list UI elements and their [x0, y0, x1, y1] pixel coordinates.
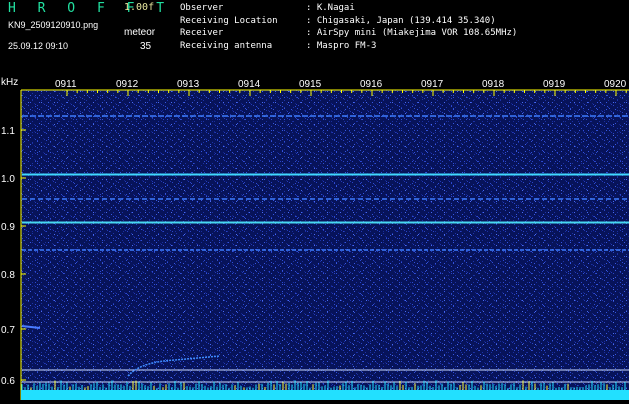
- info-label: Receiving antenna: [180, 40, 273, 51]
- info-row-observer: Observer : K.Nagai: [180, 2, 517, 15]
- time-tick-label: 0914: [238, 79, 261, 90]
- info-value: : Maspro FM-3: [306, 40, 377, 51]
- version-label: 1.00f: [124, 2, 155, 13]
- time-tick-label: 0920: [604, 79, 627, 90]
- info-row-antenna: Receiving antenna : Maspro FM-3: [180, 40, 517, 53]
- y-tick-label: 1.0: [1, 174, 15, 185]
- time-tick-label: 0919: [543, 79, 566, 90]
- info-label: Receiver: [180, 28, 224, 38]
- time-tick-label: 0911: [55, 79, 77, 90]
- signal-level-bar: [21, 390, 629, 400]
- spectrogram-plot: kHz 1.1 1.0 0.9 0.8 0.7 0.6 0911 0912 0913 0914 0…: [1, 77, 629, 400]
- filename-label: KN9_2509120910.png: [8, 20, 99, 30]
- time-tick-label: 0918: [482, 79, 505, 90]
- time-tick-label: 0913: [177, 79, 200, 90]
- y-tick-label: 1.1: [1, 126, 15, 137]
- info-value: : K.Nagai: [306, 3, 355, 13]
- info-label: Receiving Location: [180, 15, 278, 26]
- info-row-receiver: Receiver : AirSpy mini (Miakejima VOR 108…: [180, 27, 517, 40]
- info-label: Observer: [180, 3, 224, 13]
- header-panel: H R O F F T 1.00f KN9_2509120910.png met…: [0, 0, 629, 76]
- meteor-label: meteor: [124, 27, 156, 38]
- y-tick-label: 0.7: [1, 325, 15, 336]
- spectrogram-panel: kHz 1.1 1.0 0.9 0.8 0.7 0.6 0911 0912 0913 0914 0…: [0, 76, 629, 400]
- info-value: : Chigasaki, Japan (139.414 35.340): [306, 15, 496, 26]
- y-tick-label: 0.9: [1, 222, 15, 233]
- datetime-label: 25.09.12 09:10: [8, 41, 69, 51]
- meteor-count: 35: [140, 41, 152, 52]
- time-tick-label: 0916: [360, 79, 383, 90]
- y-tick-label: 0.8: [1, 270, 15, 281]
- info-row-location: Receiving Location : Chigasaki, Japan (13…: [180, 15, 517, 28]
- time-tick-label: 0917: [421, 79, 444, 90]
- y-axis-unit: kHz: [1, 77, 18, 88]
- time-tick-label: 0915: [299, 79, 322, 90]
- info-value: : AirSpy mini (Miakejima VOR 108.65MHz): [306, 28, 518, 38]
- station-info: Observer : K.Nagai Receiving Location : Ch…: [180, 2, 517, 52]
- waterfall-noise: [21, 90, 629, 400]
- time-tick-label: 0912: [116, 79, 139, 90]
- y-tick-label: 0.6: [1, 376, 15, 387]
